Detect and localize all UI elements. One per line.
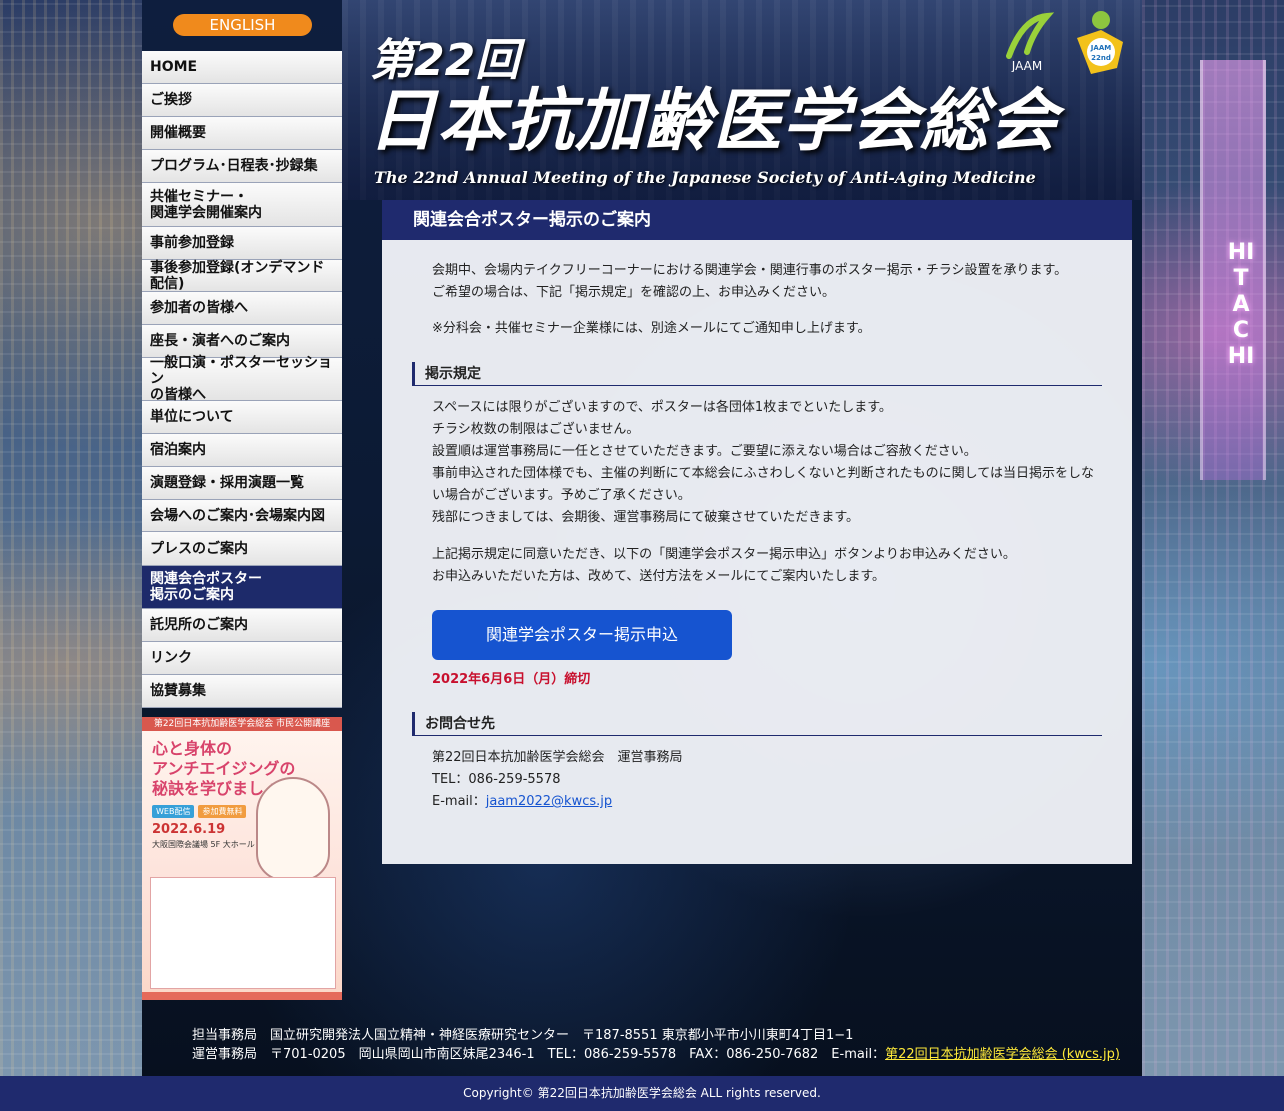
sidebar-item-accommodation[interactable]: 宿泊案内 — [142, 434, 342, 467]
footer-info: 担当事務局 国立研究開発法人国立精神・神経医療研究センター 〒187-8551 … — [192, 1026, 1142, 1064]
contact-name: 第22回日本抗加齢医学会総会 運営事務局 — [432, 750, 683, 765]
contact-block: 第22回日本抗加齢医学会総会 運営事務局 TEL：086-259-5578 E-… — [432, 747, 1102, 813]
background-city-left — [0, 0, 142, 1111]
sidebar-item-links[interactable]: リンク — [142, 642, 342, 675]
apply-poster-button[interactable]: 関連学会ポスター掲示申込 — [432, 610, 732, 660]
intro-text: 会期中、会場内テイクフリーコーナーにおける関連学会・関連行事のポスター掲示・チラ… — [432, 260, 1102, 304]
sidebar-item-abstracts[interactable]: 演題登録・採用演題一覧 — [142, 467, 342, 500]
deadline-text: 2022年6月6日（月）締切 — [432, 672, 591, 687]
rules-heading: 掲示規定 — [412, 362, 1102, 386]
sidebar-item-childcare[interactable]: 託児所のご案内 — [142, 609, 342, 642]
jaam-logo-text: JAAM — [1011, 59, 1042, 72]
sidebar-item-related-poster[interactable]: 関連会合ポスター 掲示のご案内 — [142, 566, 342, 609]
rule-line: チラシ枚数の制限はございません。 — [432, 422, 640, 437]
agree-line: 上記掲示規定に同意いただき、以下の「関連学会ポスター掲示申込」ボタンよりお申込み… — [432, 547, 1016, 562]
banner-top: 第22回日本抗加齢医学会総会 市民公開講座 — [142, 717, 342, 731]
content-heading: 関連会合ポスター掲示のご案内 — [382, 200, 1132, 240]
intro-line: 会期中、会場内テイクフリーコーナーにおける関連学会・関連行事のポスター掲示・チラ… — [432, 263, 1068, 278]
sidebar-item-seminar[interactable]: 共催セミナー・ 関連学会開催案内 — [142, 183, 342, 227]
page-wrapper: JAAM JAAM 22nd 第22回 日本抗加齢医学会総会 The 22nd … — [142, 0, 1142, 1076]
title-english: The 22nd Annual Meeting of the Japanese … — [374, 168, 1036, 187]
contact-heading: お問合せ先 — [412, 712, 1102, 736]
svg-text:JAAM: JAAM — [1090, 44, 1111, 52]
sidebar-item-credits[interactable]: 単位について — [142, 401, 342, 434]
sidebar-item-participants[interactable]: 参加者の皆様へ — [142, 292, 342, 325]
sidebar-item-overview[interactable]: 開催概要 — [142, 117, 342, 150]
sidebar-item-sponsorship[interactable]: 協賛募集 — [142, 675, 342, 708]
english-button[interactable]: ENGLISH — [173, 14, 312, 36]
intro-line: ご希望の場合は、下記「掲示規定」を確認の上、お申込みください。 — [432, 285, 836, 300]
sidebar-item-oral-poster[interactable]: 一般口演・ポスターセッション の皆様へ — [142, 355, 342, 403]
rule-line: 設置順は運営事務局に一任とさせていただきます。ご要望に添えない場合はご容赦くださ… — [432, 444, 977, 459]
svg-text:22nd: 22nd — [1091, 54, 1111, 62]
sidebar-menu: HOME ご挨拶 開催概要 プログラム･日程表･抄録集 共催セミナー・ 関連学会… — [142, 51, 342, 708]
rule-line: 残部につきましては、会期後、運営事務局にて破棄させていただきます。 — [432, 510, 860, 525]
rule-line: スペースには限りがございますので、ポスターは各団体1枚までといたします。 — [432, 400, 892, 415]
note-text: ※分科会・共催セミナー企業様には、別途メールにてご通知申し上げます。 — [432, 321, 871, 336]
banner-footer-strip — [142, 992, 342, 1000]
rules-text: スペースには限りがございますので、ポスターは各団体1枚までといたします。 チラシ… — [432, 397, 1102, 529]
contact-tel: TEL：086-259-5578 — [432, 772, 561, 787]
agree-text: 上記掲示規定に同意いただき、以下の「関連学会ポスター掲示申込」ボタンよりお申込み… — [432, 544, 1102, 588]
main-content: 関連会合ポスター掲示のご案内 会期中、会場内テイクフリーコーナーにおける関連学会… — [382, 200, 1132, 864]
sidebar-item-venue[interactable]: 会場へのご案内･会場案内図 — [142, 500, 342, 532]
contact-email-label: E-mail： — [432, 794, 486, 809]
banner-tag-free: 参加費無料 — [198, 805, 247, 818]
footer-email-link[interactable]: 第22回日本抗加齢医学会総会 (kwcs.jp) — [885, 1047, 1120, 1062]
contact-email-row: E-mail：jaam2022@kwcs.jp — [432, 791, 1102, 813]
footer-line-1: 担当事務局 国立研究開発法人国立精神・神経医療研究センター 〒187-8551 … — [192, 1028, 854, 1043]
sidebar-item-program[interactable]: プログラム･日程表･抄録集 — [142, 150, 342, 183]
copyright-bar: Copyright© 第22回日本抗加齢医学会総会 ALL rights res… — [0, 1076, 1284, 1111]
footer-line-2: 運営事務局 〒701-0205 岡山県岡山市南区妹尾2346-1 TEL：086… — [192, 1045, 1142, 1064]
contact-email-link[interactable]: jaam2022@kwcs.jp — [486, 794, 612, 809]
page-title: 日本抗加齢医学会総会 — [368, 82, 1059, 161]
rule-line: 事前申込された団体様でも、主催の判断にて本総会にふさわしくないと判断されたものに… — [432, 466, 1094, 481]
sidebar-item-pre-registration[interactable]: 事前参加登録 — [142, 227, 342, 260]
banner-tag-web: WEB配信 — [152, 805, 195, 818]
sidebar-item-chairs-speakers[interactable]: 座長・演者へのご案内 — [142, 325, 342, 358]
public-lecture-banner[interactable]: 第22回日本抗加齢医学会総会 市民公開講座 心と身体の アンチエイジングの 秘訣… — [142, 717, 342, 1000]
rule-line: い場合がございます。予めご了承ください。 — [432, 488, 691, 503]
jaam-logo-icon: JAAM — [1006, 12, 1055, 72]
banner-details-box — [150, 877, 336, 989]
title-number: 第22回 — [370, 35, 520, 86]
sidebar-item-press[interactable]: プレスのご案内 — [142, 532, 342, 566]
banner-illustration-icon — [256, 777, 330, 881]
footer-line-2-text: 運営事務局 〒701-0205 岡山県岡山市南区妹尾2346-1 TEL：086… — [192, 1047, 886, 1062]
sidebar-item-home[interactable]: HOME — [142, 51, 342, 84]
tower-sign: HITACHI — [1227, 240, 1255, 369]
sidebar-item-greeting[interactable]: ご挨拶 — [142, 84, 342, 117]
sidebar-item-post-registration[interactable]: 事後参加登録(オンデマンド配信) — [142, 260, 342, 292]
jaam-22nd-logo-icon: JAAM 22nd — [1077, 11, 1123, 74]
agree-line: お申込みいただいた方は、改めて、送付方法をメールにてご案内いたします。 — [432, 569, 886, 584]
